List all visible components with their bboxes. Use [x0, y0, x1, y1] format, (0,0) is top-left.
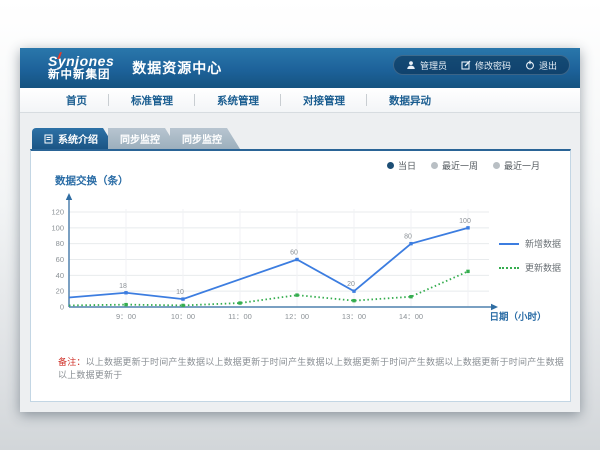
svg-text:18: 18	[119, 283, 127, 290]
radio-last-week[interactable]: 最近一周	[431, 159, 478, 172]
nav-item-data-change[interactable]: 数据异动	[367, 93, 453, 108]
document-icon	[44, 134, 53, 144]
legend-label-new-data: 新增数据	[525, 237, 561, 250]
change-password-label: 修改密码	[475, 59, 511, 72]
legend-item-new-data[interactable]: 新增数据	[499, 237, 561, 250]
svg-text:10：00: 10：00	[171, 312, 195, 321]
logout-button[interactable]: 退出	[525, 59, 557, 72]
page-background: Synjones 新中新集团 数据资源中心 管理员 修改密码 退出	[0, 0, 600, 450]
svg-text:10: 10	[176, 289, 184, 296]
edit-icon	[461, 60, 471, 70]
svg-text:100: 100	[51, 223, 64, 232]
user-icon	[406, 60, 416, 70]
svg-text:9：00: 9：00	[116, 312, 136, 321]
svg-text:12：00: 12：00	[285, 312, 309, 321]
radio-last-month[interactable]: 最近一月	[493, 159, 540, 172]
tab-sync-monitor-1-label: 同步监控	[120, 131, 160, 146]
legend-swatch-blue-line	[499, 243, 519, 245]
logout-label: 退出	[539, 59, 557, 72]
legend-item-updated-data[interactable]: 更新数据	[499, 261, 561, 274]
footnote: 备注：以上数据更新于时间产生数据以上数据更新于时间产生数据以上数据更新于时间产生…	[58, 355, 570, 381]
svg-text:13：00: 13：00	[342, 312, 366, 321]
tab-system-intro[interactable]: 系统介绍	[32, 128, 116, 149]
radio-last-week-label: 最近一周	[442, 159, 478, 172]
nav-item-home[interactable]: 首页	[44, 93, 109, 108]
radio-last-month-label: 最近一月	[504, 159, 540, 172]
footnote-prefix: 备注：	[58, 357, 86, 367]
logo-company-name: 新中新集团	[48, 70, 114, 82]
app-window: Synjones 新中新集团 数据资源中心 管理员 修改密码 退出	[20, 48, 580, 412]
radio-last-week-dot	[431, 162, 438, 169]
chart-legend: 新增数据 更新数据	[499, 237, 561, 274]
time-range-filter: 当日 最近一周 最近一月	[387, 159, 540, 172]
svg-text:20: 20	[56, 287, 64, 296]
radio-today[interactable]: 当日	[387, 159, 416, 172]
svg-text:80: 80	[404, 234, 412, 241]
svg-text:100: 100	[459, 218, 471, 225]
tab-system-intro-label: 系统介绍	[58, 131, 98, 146]
user-menu-admin[interactable]: 管理员	[406, 59, 447, 72]
svg-text:日期（小时）: 日期（小时）	[489, 311, 546, 323]
svg-text:14：00: 14：00	[399, 312, 423, 321]
change-password-button[interactable]: 修改密码	[461, 59, 511, 72]
svg-text:60: 60	[290, 250, 298, 257]
legend-swatch-green-line	[499, 267, 519, 269]
svg-text:120: 120	[51, 208, 64, 217]
nav-item-system-mgmt[interactable]: 系统管理	[195, 93, 281, 108]
radio-today-label: 当日	[398, 159, 416, 172]
logo-script-text: Synjones	[48, 54, 114, 68]
svg-text:60: 60	[56, 255, 64, 264]
radio-today-dot	[387, 162, 394, 169]
svg-text:0: 0	[60, 303, 64, 312]
tab-strip: 系统介绍 同步监控 同步监控	[32, 128, 232, 149]
tab-sync-monitor-1[interactable]: 同步监控	[108, 128, 178, 149]
radio-last-month-dot	[493, 162, 500, 169]
tab-sync-monitor-2[interactable]: 同步监控	[170, 128, 240, 149]
svg-text:20: 20	[347, 281, 355, 288]
nav-item-standard-mgmt[interactable]: 标准管理	[109, 93, 195, 108]
main-nav: 首页 标准管理 系统管理 对接管理 数据异动	[20, 88, 580, 113]
content-area: 系统介绍 同步监控 同步监控 当日 最近一周	[20, 113, 580, 413]
tab-sync-monitor-2-label: 同步监控	[182, 131, 222, 146]
svg-text:40: 40	[56, 271, 64, 280]
app-header: Synjones 新中新集团 数据资源中心 管理员 修改密码 退出	[20, 48, 580, 88]
svg-text:11：00: 11：00	[228, 312, 252, 321]
svg-text:80: 80	[56, 239, 64, 248]
synjones-logo: Synjones 新中新集团	[48, 54, 114, 82]
y-axis-title: 数据交换（条）	[55, 173, 129, 188]
page-title: 数据资源中心	[132, 58, 222, 78]
power-icon	[525, 60, 535, 70]
chart-panel: 当日 最近一周 最近一月 数据交换（条） 20 40 60 80 100 120 0 9：00…	[30, 149, 571, 402]
footnote-text: 以上数据更新于时间产生数据以上数据更新于时间产生数据以上数据更新于时间产生数据以…	[58, 357, 564, 380]
user-menu: 管理员 修改密码 退出	[393, 55, 570, 75]
user-menu-admin-label: 管理员	[420, 59, 447, 72]
nav-item-interface-mgmt[interactable]: 对接管理	[281, 93, 367, 108]
legend-label-updated-data: 更新数据	[525, 261, 561, 274]
